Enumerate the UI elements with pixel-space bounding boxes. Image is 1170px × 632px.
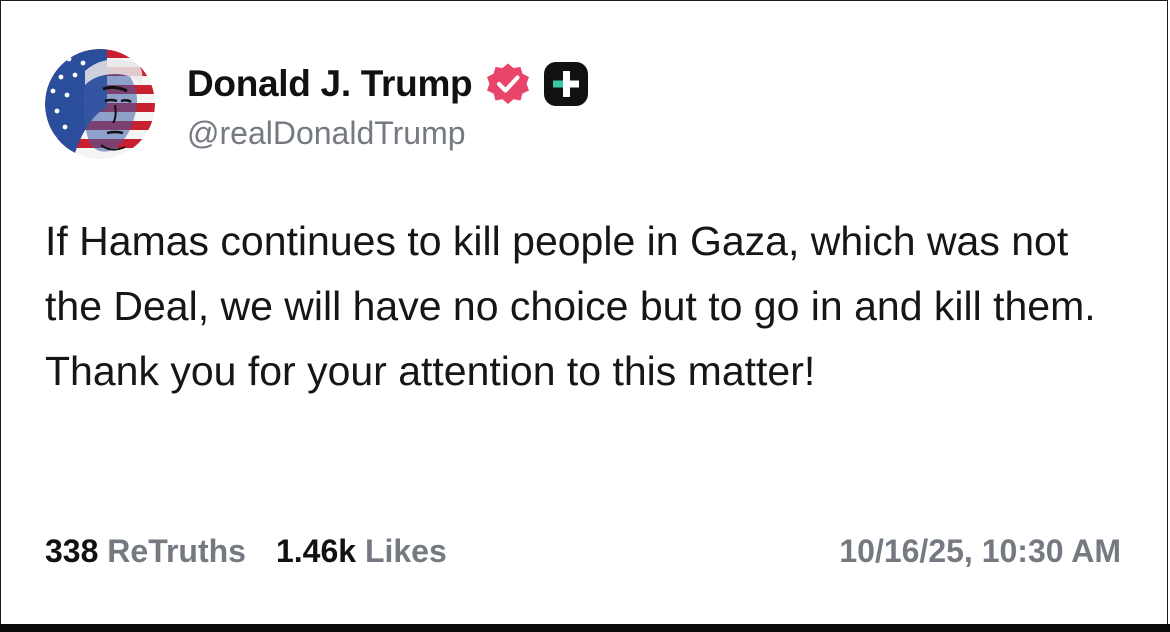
post-card: Donald J. Trump @realDonaldTrump If Hama… bbox=[0, 0, 1168, 624]
author-avatar[interactable] bbox=[45, 49, 155, 159]
likes-count: 1.46k bbox=[275, 533, 357, 569]
author-handle[interactable]: @realDonaldTrump bbox=[187, 115, 466, 152]
post-stats: 338 ReTruths 1.46k Likes bbox=[45, 533, 447, 570]
post-body-text: If Hamas continues to kill people in Gaz… bbox=[45, 218, 1096, 394]
verified-badge-icon bbox=[487, 63, 530, 104]
bottom-border bbox=[0, 624, 1170, 632]
likes-stat[interactable]: 1.46k Likes bbox=[276, 533, 447, 569]
post-timestamp: 10/16/25, 10:30 AM bbox=[839, 533, 1121, 569]
flag-portrait-avatar bbox=[45, 49, 155, 159]
likes-label: Likes bbox=[364, 533, 447, 569]
truth-plus-badge-icon bbox=[544, 62, 589, 106]
author-display-name[interactable]: Donald J. Trump bbox=[187, 63, 473, 105]
retruths-label: ReTruths bbox=[107, 533, 246, 569]
retruths-stat[interactable]: 338 ReTruths bbox=[45, 533, 246, 569]
retruths-count: 338 bbox=[45, 533, 99, 569]
author-name-row: Donald J. Trump bbox=[187, 59, 590, 109]
